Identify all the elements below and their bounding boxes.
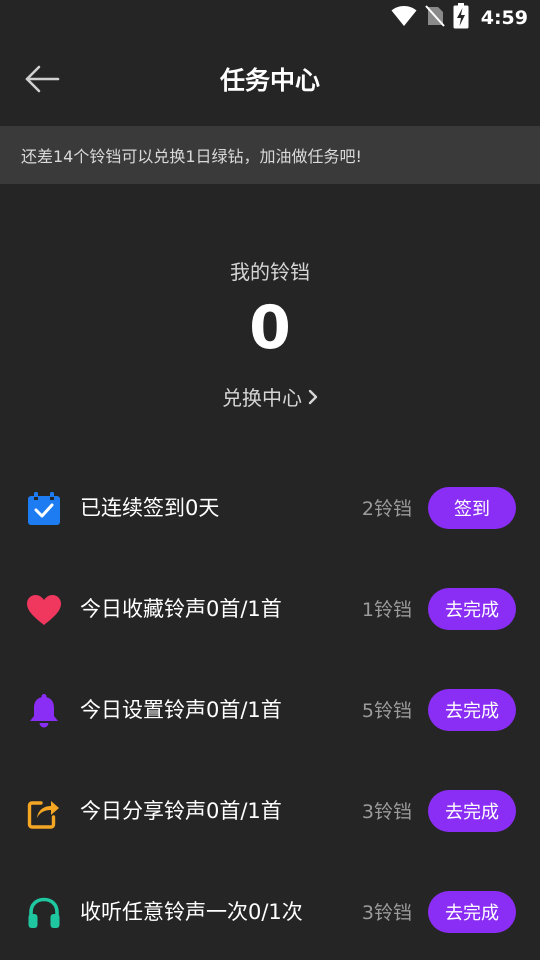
heart-icon [25, 591, 63, 629]
wifi-icon [391, 5, 417, 31]
task-label: 今日设置铃声0首/1首 [80, 698, 282, 722]
task-list: 已连续签到0天 2铃铛 签到 今日收藏铃声0首/1首 1铃铛 去完成 今日设置铃… [0, 458, 540, 960]
task-reward: 5铃铛 [361, 700, 412, 722]
task-label: 今日分享铃声0首/1首 [80, 799, 282, 823]
task-reward: 3铃铛 [361, 902, 412, 924]
task-center-screen: 4:59 任务中心 还差14个铃铛可以兑换1日绿钻，加油做任务吧! 我的铃铛 0… [0, 0, 540, 960]
battery-charging-icon [453, 3, 469, 33]
checkin-button[interactable]: 签到 [428, 487, 516, 529]
task-label: 今日收藏铃声0首/1首 [80, 597, 282, 621]
share-go-button[interactable]: 去完成 [428, 790, 516, 832]
status-icons: 4:59 [391, 3, 528, 33]
notice-banner: 还差14个铃铛可以兑换1日绿钻，加油做任务吧! [0, 126, 540, 184]
balance-label: 我的铃铛 [230, 260, 310, 284]
task-row-favorite: 今日收藏铃声0首/1首 1铃铛 去完成 [0, 559, 540, 660]
task-reward: 3铃铛 [361, 801, 412, 823]
task-label: 已连续签到0天 [80, 496, 220, 520]
task-row-set-ringtone: 今日设置铃声0首/1首 5铃铛 去完成 [0, 660, 540, 761]
no-sim-icon [424, 4, 445, 32]
task-label: 收听任意铃声一次0/1次 [80, 900, 303, 924]
notice-text: 还差14个铃铛可以兑换1日绿钻，加油做任务吧! [21, 147, 362, 166]
calendar-check-icon [25, 490, 63, 528]
set-ringtone-go-button[interactable]: 去完成 [428, 689, 516, 731]
status-time: 4:59 [480, 7, 528, 29]
balance-value: 0 [249, 293, 291, 363]
favorite-go-button[interactable]: 去完成 [428, 588, 516, 630]
task-row-listen: 收听任意铃声一次0/1次 3铃铛 去完成 [0, 862, 540, 960]
status-bar: 4:59 [0, 0, 540, 36]
task-row-share: 今日分享铃声0首/1首 3铃铛 去完成 [0, 761, 540, 862]
exchange-center-label: 兑换中心 [222, 386, 302, 410]
exchange-center-link[interactable]: 兑换中心 [0, 382, 540, 411]
listen-go-button[interactable]: 去完成 [428, 891, 516, 933]
share-icon [25, 793, 63, 831]
bell-icon [25, 692, 63, 730]
task-row-checkin: 已连续签到0天 2铃铛 签到 [0, 458, 540, 559]
app-bar: 任务中心 [0, 36, 540, 126]
task-reward: 1铃铛 [361, 599, 412, 621]
chevron-right-icon [308, 389, 318, 405]
task-reward: 2铃铛 [361, 498, 412, 520]
page-title: 任务中心 [219, 66, 320, 95]
headphones-icon [25, 894, 63, 932]
